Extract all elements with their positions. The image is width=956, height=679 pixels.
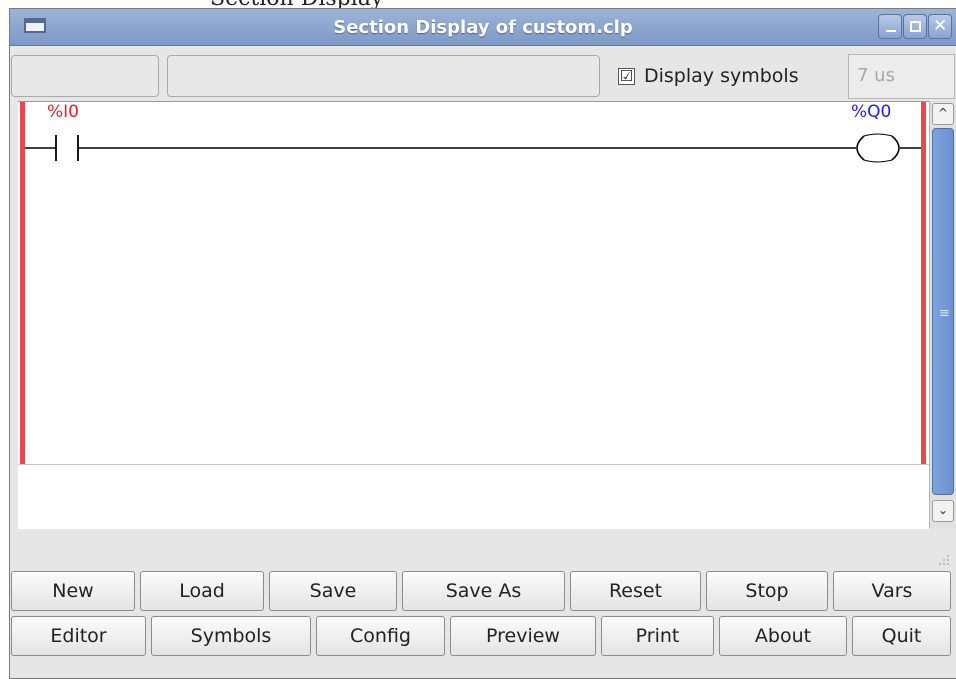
scroll-down-button[interactable]: ⌄ — [932, 500, 954, 522]
stop-button[interactable]: Stop — [706, 571, 828, 611]
scroll-up-button[interactable]: ^ — [932, 103, 954, 125]
print-button[interactable]: Print — [601, 616, 714, 656]
coil-top-arc — [863, 133, 893, 137]
background-caption-text: Section Display — [210, 0, 383, 8]
coil-right-arc — [891, 135, 900, 161]
symbols-button[interactable]: Symbols — [151, 616, 311, 656]
close-button[interactable]: ✕ — [928, 14, 952, 39]
rung-section[interactable]: %I0 %Q0 — [18, 102, 929, 465]
quit-button[interactable]: Quit — [852, 616, 951, 656]
close-icon: ✕ — [933, 16, 948, 36]
save-button[interactable]: Save — [269, 571, 397, 611]
title-bar[interactable]: Section Display of custom.clp ✕ — [10, 9, 956, 46]
reset-button[interactable]: Reset — [570, 571, 701, 611]
rung-graphic — [25, 133, 921, 163]
chevron-up-icon: ^ — [937, 106, 949, 120]
status-field-1 — [11, 55, 159, 97]
cycle-time-field: 7 us — [848, 54, 955, 99]
config-button[interactable]: Config — [316, 616, 445, 656]
display-symbols-label[interactable]: Display symbols — [644, 65, 799, 87]
minimize-icon — [886, 30, 896, 32]
section-display-window: Section Display of custom.clp ✕ ☑ Displa… — [9, 8, 956, 679]
preview-button[interactable]: Preview — [450, 616, 596, 656]
load-button[interactable]: Load — [140, 571, 264, 611]
save-as-button[interactable]: Save As — [402, 571, 565, 611]
status-field-2 — [167, 55, 600, 97]
coil-left-arc — [856, 135, 865, 161]
vars-button[interactable]: Vars — [833, 571, 951, 611]
new-button[interactable]: New — [11, 571, 135, 611]
resize-grip-icon[interactable] — [936, 554, 950, 568]
about-button[interactable]: About — [719, 616, 847, 656]
window-title: Section Display of custom.clp — [333, 17, 633, 38]
background-caption: Section Display — [0, 0, 956, 8]
display-symbols-checkbox[interactable]: ☑ — [618, 68, 635, 85]
maximize-icon — [910, 21, 921, 32]
scroll-thumb[interactable]: ≡ — [932, 128, 954, 495]
editor-button[interactable]: Editor — [11, 616, 146, 656]
ladder-canvas[interactable]: %I0 %Q0 — [18, 101, 929, 529]
coil-bottom-arc — [863, 159, 893, 163]
vertical-scrollbar[interactable]: ^ ≡ ⌄ — [929, 101, 956, 528]
grip-icon: ≡ — [939, 306, 950, 321]
maximize-button[interactable] — [903, 14, 927, 39]
chevron-down-icon: ⌄ — [937, 503, 949, 517]
minimize-button[interactable] — [878, 14, 902, 39]
